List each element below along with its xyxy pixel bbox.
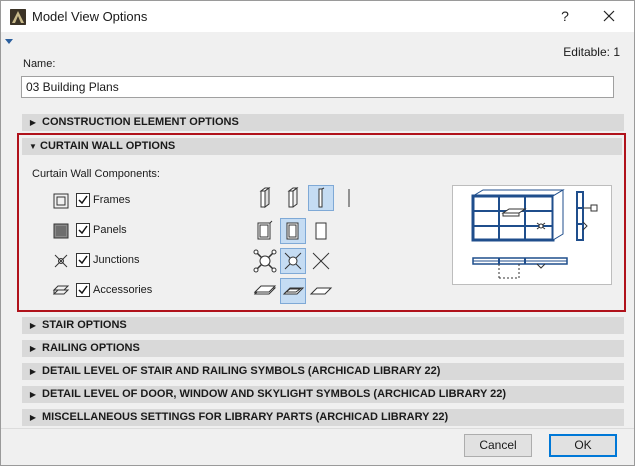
expand-triangle-icon: ▶ — [29, 118, 37, 127]
curtain-wall-preview — [452, 185, 612, 285]
accessories-option-outline-icon[interactable] — [280, 278, 306, 304]
ok-button[interactable]: OK — [549, 434, 617, 457]
junctions-option-outline-icon[interactable] — [280, 248, 306, 274]
panels-option-outline-icon[interactable] — [280, 218, 306, 244]
accessory-icon — [52, 282, 70, 300]
section-stair-railing-symbols[interactable]: ▶ DETAIL LEVEL OF STAIR AND RAILING SYMBO… — [22, 363, 624, 380]
frames-label: Frames — [93, 194, 131, 206]
section-stair-options[interactable]: ▶ STAIR OPTIONS — [22, 317, 624, 334]
expand-triangle-icon: ▶ — [29, 344, 37, 353]
expand-triangle-icon: ▶ — [29, 390, 37, 399]
panels-checkbox[interactable] — [76, 223, 90, 237]
frame-icon — [52, 192, 70, 210]
frames-option-3d-icon[interactable] — [252, 185, 278, 211]
name-input[interactable]: 03 Building Plans — [21, 76, 614, 98]
expand-triangle-icon: ▶ — [29, 367, 37, 376]
junctions-checkbox[interactable] — [76, 253, 90, 267]
panel-collapse-marker-icon[interactable] — [5, 39, 13, 44]
expand-triangle-icon: ▶ — [29, 321, 37, 330]
close-button[interactable] — [597, 4, 621, 28]
section-miscellaneous-settings[interactable]: ▶ MISCELLANEOUS SETTINGS FOR LIBRARY PART… — [22, 409, 624, 426]
curtain-wall-components-label: Curtain Wall Components: — [32, 168, 160, 180]
accessories-label: Accessories — [93, 284, 153, 296]
junctions-label: Junctions — [93, 254, 140, 266]
panels-option-simple-icon[interactable] — [308, 218, 334, 244]
accessories-checkbox[interactable] — [76, 283, 90, 297]
window-title: Model View Options — [32, 9, 148, 24]
accessories-option-simple-icon[interactable] — [308, 278, 334, 304]
junctions-option-3d-icon[interactable] — [252, 248, 278, 274]
junctions-option-simple-icon[interactable] — [308, 248, 334, 274]
panels-label: Panels — [93, 224, 127, 236]
editable-count: Editable: 1 — [563, 45, 620, 59]
panel-icon — [52, 222, 70, 240]
section-curtain-wall-options[interactable]: ▼ CURTAIN WALL OPTIONS — [22, 138, 622, 155]
section-railing-options[interactable]: ▶ RAILING OPTIONS — [22, 340, 624, 357]
name-label: Name: — [23, 58, 56, 70]
collapse-triangle-icon: ▼ — [29, 142, 37, 151]
accessories-option-3d-icon[interactable] — [252, 278, 278, 304]
footer-divider — [1, 428, 634, 429]
title-bar: Model View Options ? — [1, 1, 634, 32]
help-button[interactable]: ? — [553, 4, 577, 28]
frames-checkbox[interactable] — [76, 193, 90, 207]
junction-icon — [52, 252, 70, 270]
panels-option-3d-icon[interactable] — [252, 218, 278, 244]
section-construction-element-options[interactable]: ▶ CONSTRUCTION ELEMENT OPTIONS — [22, 114, 624, 131]
archicad-app-icon — [10, 9, 26, 25]
frames-option-simple-icon[interactable] — [308, 185, 334, 211]
frames-option-outline-icon[interactable] — [280, 185, 306, 211]
model-view-options-dialog: Model View Options ? Editable: 1 Name: 0… — [0, 0, 635, 466]
close-icon — [603, 10, 615, 22]
cancel-button[interactable]: Cancel — [464, 434, 532, 457]
frames-option-line-icon[interactable] — [336, 185, 362, 211]
section-door-window-skylight-symbols[interactable]: ▶ DETAIL LEVEL OF DOOR, WINDOW AND SKYLIG… — [22, 386, 624, 403]
expand-triangle-icon: ▶ — [29, 413, 37, 422]
curtain-wall-options-panel: ▼ CURTAIN WALL OPTIONS Curtain Wall Compo… — [17, 133, 626, 312]
